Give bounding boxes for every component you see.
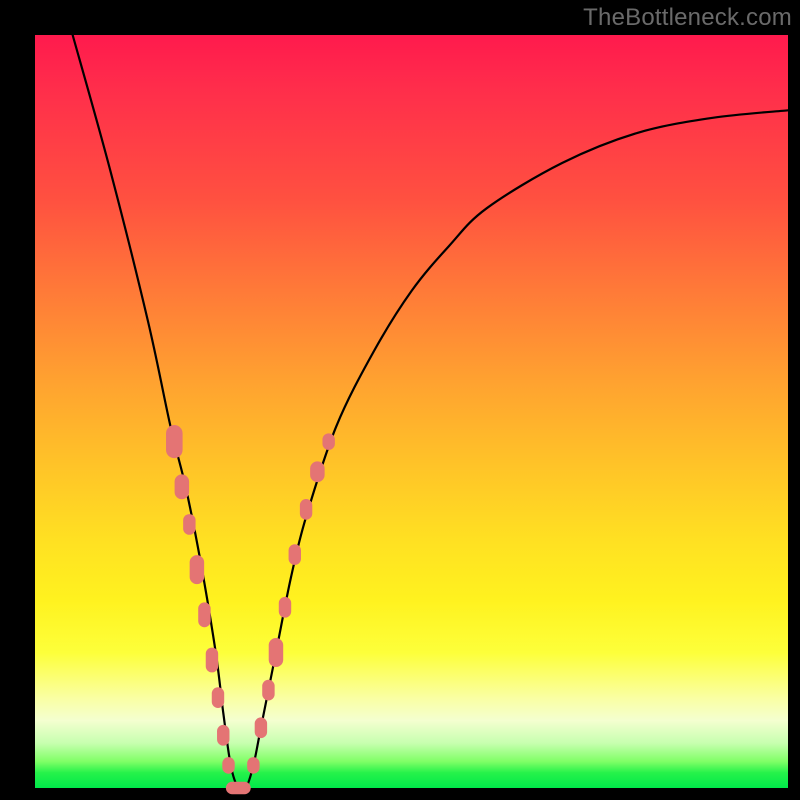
chart-frame: TheBottleneck.com <box>0 0 800 800</box>
data-marker <box>222 757 234 774</box>
data-marker <box>247 757 259 774</box>
data-marker <box>175 474 189 499</box>
data-marker <box>279 597 291 618</box>
data-marker <box>183 514 195 535</box>
data-marker <box>198 602 210 627</box>
data-marker <box>217 725 229 746</box>
bottleneck-curve <box>73 35 788 791</box>
data-marker <box>262 680 274 701</box>
data-marker <box>212 687 224 708</box>
data-marker <box>190 555 204 584</box>
data-marker <box>322 433 334 450</box>
plot-area <box>35 35 788 788</box>
marker-group <box>166 425 335 794</box>
data-marker <box>300 499 312 520</box>
data-marker <box>255 717 267 738</box>
data-marker <box>226 782 251 794</box>
data-marker <box>269 638 283 667</box>
data-marker <box>166 425 183 458</box>
data-marker <box>310 461 324 482</box>
data-marker <box>206 648 218 673</box>
data-marker <box>289 544 301 565</box>
watermark-text: TheBottleneck.com <box>583 4 792 32</box>
curve-layer <box>35 35 788 788</box>
